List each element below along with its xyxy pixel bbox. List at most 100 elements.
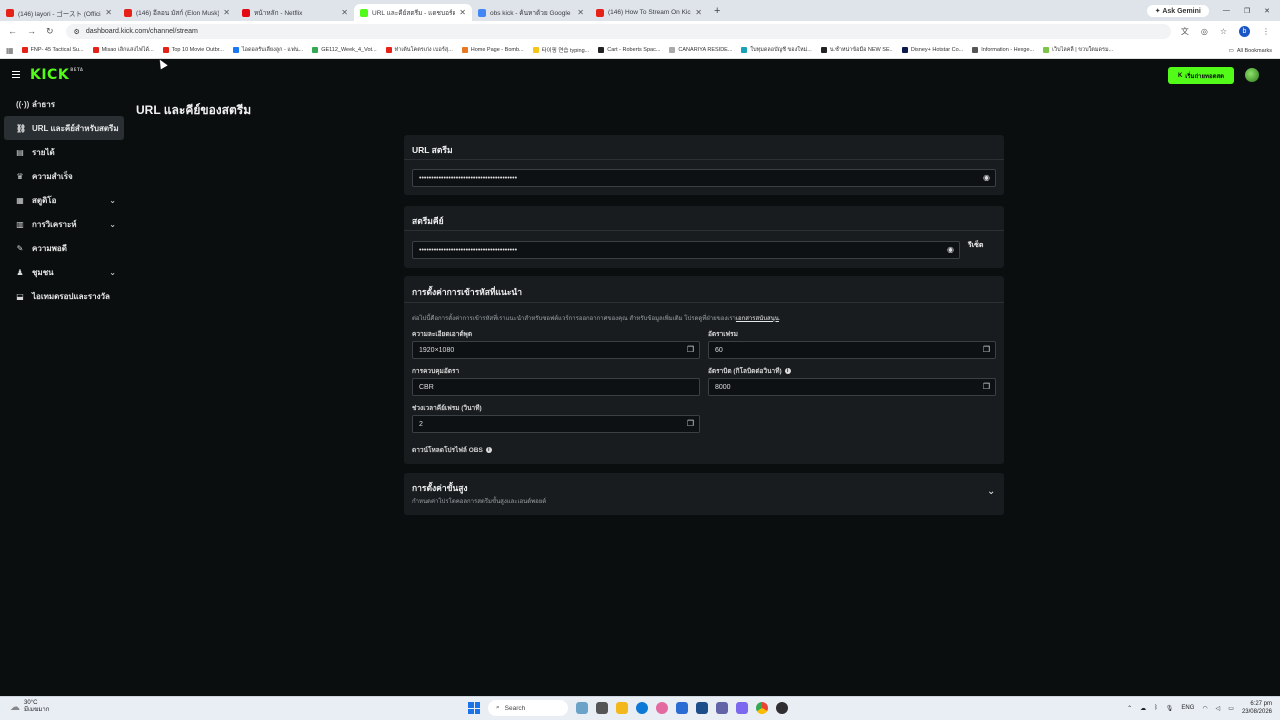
obs-icon[interactable]: [776, 702, 788, 714]
copy-icon[interactable]: ❐: [983, 345, 990, 354]
bitrate-field[interactable]: 8000 ❐: [708, 378, 996, 396]
new-tab-button[interactable]: +: [714, 5, 720, 17]
bookmark-item[interactable]: Cart - Roberts Spac...: [598, 46, 660, 54]
mic-icon[interactable]: 🎙: [1166, 705, 1174, 712]
bookmark-item[interactable]: น.ซ้ำหน่าข้อมือ NEW SE...: [820, 46, 893, 54]
eye-icon[interactable]: ◉: [947, 245, 954, 254]
sidebar-item[interactable]: ▤ รายได้: [4, 140, 124, 164]
volume-icon[interactable]: ◁: [1216, 705, 1221, 712]
teams-icon[interactable]: [716, 702, 728, 714]
browser-tab[interactable]: URL และคีย์สตรีม - แดชบอร์ด Kick✕: [354, 4, 472, 21]
bookmark-item[interactable]: GE112_Week_4_Vot...: [312, 46, 377, 54]
browser-tab[interactable]: obs kick - ค้นหาด้วย Google ✕: [472, 4, 590, 21]
windows-start-icon[interactable]: [468, 702, 480, 714]
bookmark-item[interactable]: Information - Hexge...: [972, 46, 1034, 54]
browser-tab[interactable]: (146) อีลอน มัสก์ (Elon Musk) ละ✕: [118, 4, 236, 21]
minimize-icon[interactable]: —: [1223, 7, 1230, 14]
eye-icon[interactable]: ◉: [983, 173, 990, 182]
rate-control-field[interactable]: CBR: [412, 378, 700, 396]
lens-icon[interactable]: ◎: [1201, 27, 1208, 36]
discord-icon[interactable]: [736, 702, 748, 714]
go-live-button[interactable]: K เริ่มถ่ายทอดสด: [1168, 67, 1234, 84]
sidebar-item[interactable]: ▦ สตูดิโอ ⌄: [4, 188, 124, 212]
site-info-icon[interactable]: ⚙: [74, 28, 80, 36]
browser-tab[interactable]: (146) layori - ゴースト (Official Vi ✕: [0, 4, 118, 21]
kick-logo[interactable]: KICKBETA: [30, 67, 83, 83]
battery-icon[interactable]: ▭: [1228, 705, 1234, 712]
close-window-icon[interactable]: ✕: [1264, 7, 1270, 15]
sidebar-item[interactable]: ♟ ชุมชน ⌄: [4, 260, 124, 284]
browser-tab[interactable]: (146) How To Stream On Kick U ✕: [590, 4, 708, 21]
mail-icon[interactable]: [676, 702, 688, 714]
resolution-field[interactable]: 1920×1080 ❐: [412, 341, 700, 359]
bookmark-item[interactable]: FNP- 45 Tactical Su...: [21, 46, 84, 54]
reload-icon[interactable]: ↻: [46, 26, 54, 37]
menu-kebab-icon[interactable]: ⋮: [1262, 27, 1270, 36]
copilot-icon[interactable]: [656, 702, 668, 714]
clock[interactable]: 6:27 pm 23/08/2026: [1242, 700, 1272, 716]
onedrive-icon[interactable]: ☁: [1140, 705, 1146, 712]
edge-browser-icon[interactable]: [636, 702, 648, 714]
info-icon[interactable]: i: [784, 368, 791, 375]
browser-tab[interactable]: หน้าหลัก - Netflix ✕: [236, 4, 354, 21]
close-tab-icon[interactable]: ✕: [695, 8, 702, 17]
bookmark-item[interactable]: CANARIYA RESIDE...: [669, 46, 732, 54]
bluetooth-icon[interactable]: ᛒ: [1154, 705, 1158, 711]
bookmark-item[interactable]: ใบทุมดลอบัญชี ของใหม่...: [741, 46, 812, 54]
bookmark-item[interactable]: Home Page - Bomb...: [461, 46, 524, 54]
bookmark-item[interactable]: เว็บไลคลิ้ | ขวบใตมดรม...: [1043, 46, 1113, 54]
sidebar-item[interactable]: ⛓ URL และคีย์สำหรับสตรีม: [4, 116, 124, 140]
sidebar-item[interactable]: ✎ ความพอดี: [4, 236, 124, 260]
reset-key-button[interactable]: รีเซ็ต: [968, 240, 983, 251]
bookmark-item[interactable]: Misao เลิกแสงไฟได้...: [92, 46, 154, 54]
chevron-down-icon[interactable]: ⌄: [109, 268, 116, 277]
sidebar-item[interactable]: ((·)) ลำธาร: [4, 92, 124, 116]
back-icon[interactable]: ←: [8, 26, 17, 37]
chevron-down-icon[interactable]: ⌄: [987, 486, 995, 497]
advanced-settings-card[interactable]: การตั้งค่าขั้นสูง กำหนดค่าโปรโตคอลการสตร…: [404, 473, 1004, 515]
copy-icon[interactable]: ❐: [983, 382, 990, 391]
chrome-icon[interactable]: [756, 702, 768, 714]
stream-key-input[interactable]: ••••••••••••••••••••••••••••••••••••••••…: [412, 241, 960, 259]
restore-icon[interactable]: ❐: [1244, 7, 1250, 15]
wifi-icon[interactable]: ◠: [1202, 705, 1207, 712]
bookmark-item[interactable]: ไอดอลรับเลี้ยงลูก - แฟน...: [232, 46, 303, 54]
hamburger-menu-icon[interactable]: [12, 71, 20, 78]
close-tab-icon[interactable]: ✕: [341, 8, 348, 17]
bookmark-item[interactable]: ท่าเต้นโคตรเก่ง เบอร์สุ...: [385, 46, 453, 54]
ask-gemini-button[interactable]: ✦ Ask Gemini: [1146, 4, 1209, 17]
keyframe-field[interactable]: 2 ❐: [412, 415, 700, 433]
close-tab-icon[interactable]: ✕: [223, 8, 230, 17]
file-explorer-icon[interactable]: [616, 702, 628, 714]
store-icon[interactable]: [696, 702, 708, 714]
close-tab-icon[interactable]: ✕: [105, 8, 112, 17]
forward-icon[interactable]: →: [27, 26, 36, 37]
sidebar-item[interactable]: ▥ การวิเคราะห์ ⌄: [4, 212, 124, 236]
chevron-down-icon[interactable]: ⌄: [109, 220, 116, 229]
bookmark-item[interactable]: Disney+ Hotstar Co...: [901, 46, 963, 54]
weather-widget[interactable]: ☁ 30°C มีเมฆมาก: [10, 700, 49, 714]
sidebar-item[interactable]: ♛ ความสำเร็จ: [4, 164, 124, 188]
obs-profile-download[interactable]: ดาวน์โหลดโปรไฟล์ OBS i: [412, 445, 492, 455]
stream-url-input[interactable]: ••••••••••••••••••••••••••••••••••••••••…: [412, 169, 996, 187]
bookmark-star-icon[interactable]: ☆: [1220, 27, 1227, 36]
chevron-up-icon[interactable]: ⌃: [1127, 705, 1132, 712]
all-bookmarks[interactable]: ▭ All Bookmarks: [1222, 42, 1272, 58]
profile-avatar[interactable]: b: [1239, 26, 1250, 37]
close-tab-icon[interactable]: ✕: [459, 8, 466, 17]
language-indicator[interactable]: ENG: [1181, 705, 1194, 711]
user-avatar[interactable]: [1245, 68, 1259, 82]
sidebar-item[interactable]: ⬓ ไอเทมดรอปและรางวัล: [4, 284, 124, 308]
apps-grid-icon[interactable]: ▦: [6, 46, 14, 55]
support-docs-link[interactable]: เอกสารสนับสนุน: [736, 316, 779, 322]
task-view-icon[interactable]: [596, 702, 608, 714]
url-field[interactable]: ⚙ dashboard.kick.com/channel/stream: [65, 24, 1171, 39]
chevron-down-icon[interactable]: ⌄: [109, 196, 116, 205]
translate-icon[interactable]: 文: [1181, 26, 1189, 37]
copy-icon[interactable]: ❐: [687, 419, 694, 428]
close-tab-icon[interactable]: ✕: [577, 8, 584, 17]
taskbar-search[interactable]: ⌕ Search: [488, 700, 568, 716]
info-icon[interactable]: i: [485, 447, 492, 454]
bookmark-item[interactable]: Top 10 Movie Outbr...: [162, 46, 224, 54]
framerate-field[interactable]: 60 ❐: [708, 341, 996, 359]
